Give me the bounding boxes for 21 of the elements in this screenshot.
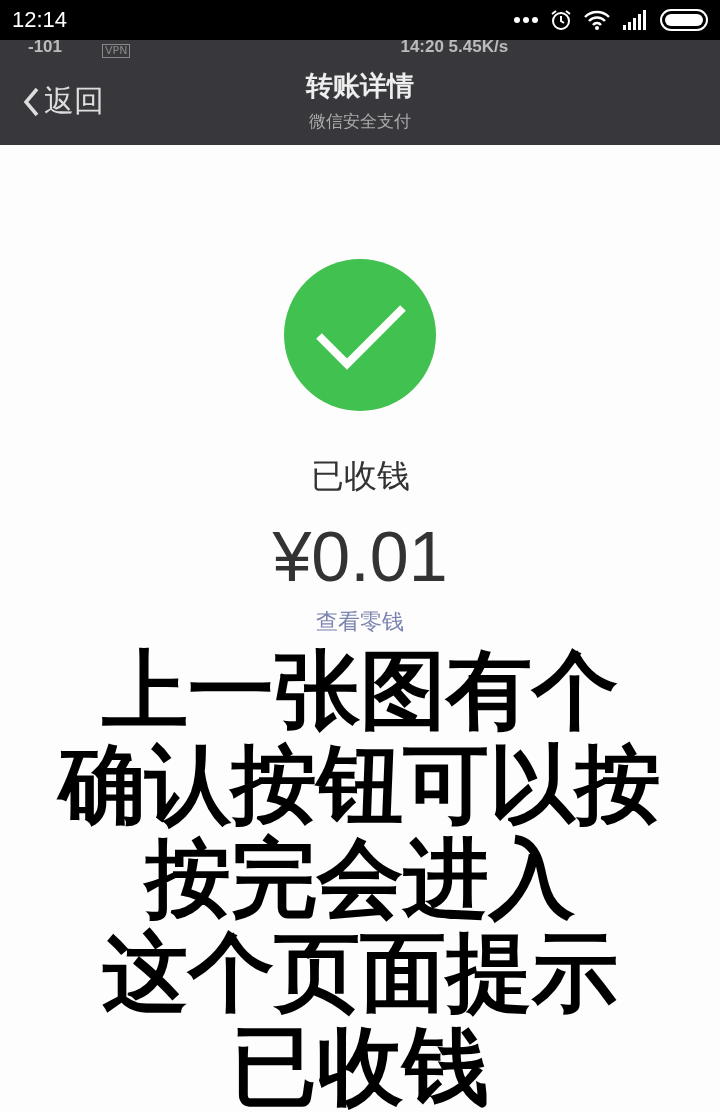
battery-icon — [660, 9, 708, 31]
caption-line: 上一张图有个 — [102, 643, 618, 737]
page-subtitle: 微信安全支付 — [309, 110, 411, 133]
success-check-icon — [283, 258, 437, 412]
amount-text: ¥0.01 — [272, 517, 448, 597]
status-time: 12:14 — [12, 7, 68, 33]
caption-line: 已收钱 — [231, 1019, 489, 1113]
caption-line: 这个页面提示 — [102, 925, 618, 1019]
caption-line: 按完会进入 — [145, 831, 575, 925]
vpn-badge: VPN — [102, 44, 131, 58]
alarm-clock-icon — [550, 9, 572, 31]
receipt-status: 已收钱 — [310, 455, 410, 497]
recorded-signal: -101 — [28, 40, 63, 58]
back-link[interactable]: 返回 — [22, 81, 104, 122]
back-chevron-icon — [22, 85, 40, 118]
signal-icon — [622, 10, 648, 30]
more-dots-icon — [514, 16, 538, 24]
recorded-time-speed: 14:20 5.45K/s — [400, 40, 509, 58]
view-change-link[interactable]: 查看零钱 — [316, 607, 404, 637]
wifi-icon — [584, 10, 610, 30]
page-title: 转账详情 — [306, 69, 414, 103]
